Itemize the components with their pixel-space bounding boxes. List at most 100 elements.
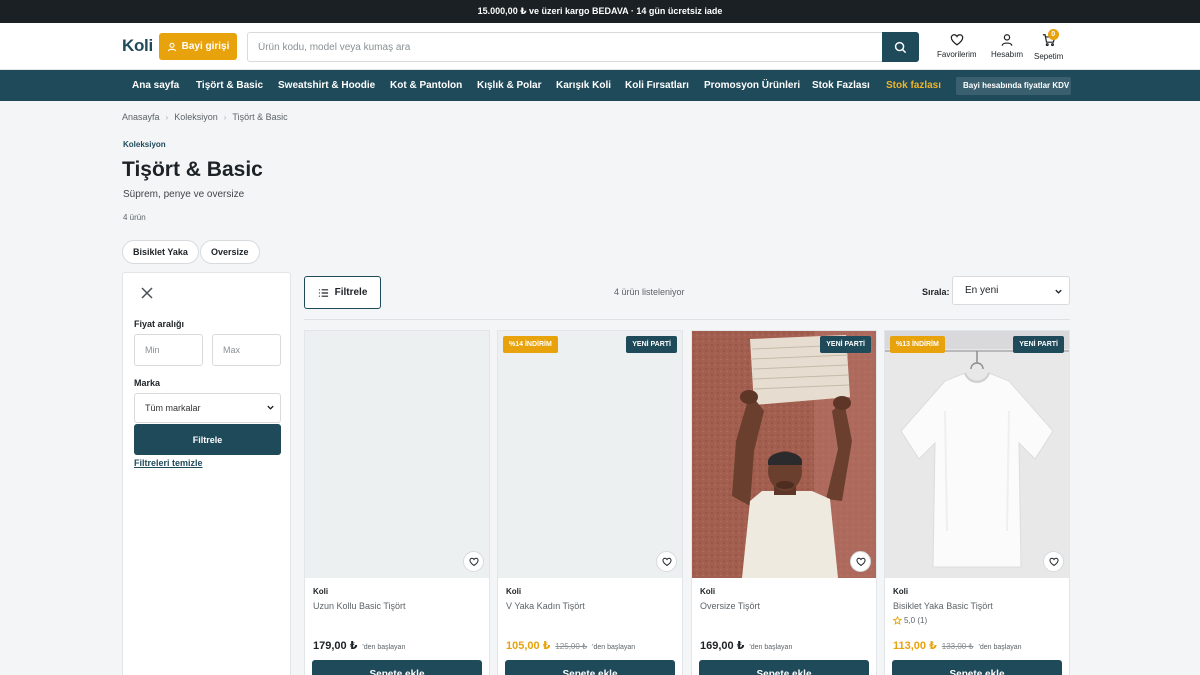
product-name[interactable]: V Yaka Kadın Tişört: [506, 601, 585, 611]
search-icon: [894, 41, 907, 53]
favorite-button[interactable]: [463, 551, 484, 572]
nav-item-winter-fleece[interactable]: Kışlık & Polar: [477, 70, 541, 101]
dealer-login-button[interactable]: Bayi girişi: [159, 33, 237, 60]
product-price: 169,00 ₺: [700, 640, 745, 652]
toolbar-divider: [304, 319, 1070, 320]
account-icon: [1001, 34, 1013, 46]
price-from-label: 'den başlayan: [978, 644, 1022, 651]
price-from-label: 'den başlayan: [749, 644, 793, 651]
nav-item-tshirt-basic[interactable]: Tişört & Basic: [196, 70, 263, 101]
price-row: 105,00 ₺ 125,00 ₺ 'den başlayan: [506, 639, 635, 652]
product-name[interactable]: Oversize Tişört: [700, 601, 760, 611]
nav-item-promotional[interactable]: Promosyon Ürünleri: [704, 70, 800, 101]
brand-select[interactable]: Tüm markalar: [134, 393, 281, 423]
price-row: 113,00 ₺ 133,00 ₺ 'den başlayan: [893, 639, 1022, 652]
listing-count: 4 ürün listeleniyor: [614, 287, 685, 297]
price-min-input[interactable]: [134, 334, 203, 366]
sort-select-value: En yeni: [965, 285, 999, 296]
product-count: 4 ürün: [123, 213, 146, 222]
product-price: 105,00 ₺: [506, 640, 551, 652]
search-box: [247, 32, 919, 62]
sort-select[interactable]: En yeni: [952, 276, 1070, 305]
discount-badge: %14 İNDİRİM: [503, 336, 558, 353]
nav-item-denim-trousers[interactable]: Kot & Pantolon: [390, 70, 462, 101]
main-nav: Ana sayfa Tişört & Basic Sweatshirt & Ho…: [0, 70, 1200, 101]
model-photo-illustration: [692, 331, 876, 578]
add-to-cart-button[interactable]: Sepete ekle: [892, 660, 1062, 675]
heart-icon: [1048, 557, 1059, 566]
product-name[interactable]: Bisiklet Yaka Basic Tişört: [893, 601, 993, 611]
chevron-down-icon: [267, 405, 274, 410]
nav-item-box-deals[interactable]: Koli Fırsatları: [625, 70, 689, 101]
page-subtitle: Süprem, penye ve oversize: [123, 189, 245, 200]
cart-label: Sepetim: [1034, 52, 1064, 61]
sort-label: Sırala:: [922, 287, 950, 297]
product-card[interactable]: Koli Uzun Kollu Basic Tişört 179,00 ₺ 'd…: [304, 330, 490, 675]
product-image[interactable]: [692, 331, 876, 578]
chevron-down-icon: [1055, 289, 1062, 294]
chip-crew-neck[interactable]: Bisiklet Yaka: [122, 240, 199, 264]
breadcrumb-separator-icon: ›: [223, 112, 227, 122]
apply-filters-button[interactable]: Filtrele: [134, 424, 281, 455]
breadcrumb-current: Tişört & Basic: [232, 112, 288, 122]
close-icon[interactable]: [140, 286, 154, 300]
product-image[interactable]: [885, 331, 1069, 578]
page-title: Tişört & Basic: [122, 158, 263, 181]
site-header: Koli Bayi girişi Favorilerim Hesabım 0 S…: [0, 23, 1200, 70]
filter-toggle-button[interactable]: Filtrele: [304, 276, 381, 309]
cart-icon-wrap: 0: [1042, 29, 1059, 52]
nav-item-sweatshirt-hoodie[interactable]: Sweatshirt & Hoodie: [278, 70, 375, 101]
product-name[interactable]: Uzun Kollu Basic Tişört: [313, 601, 406, 611]
old-price: 125,00 ₺: [555, 642, 588, 651]
breadcrumb: Anasayfa › Koleksiyon › Tişört & Basic: [122, 112, 288, 122]
product-price: 113,00 ₺: [893, 640, 937, 652]
brand-select-value: Tüm markalar: [145, 403, 201, 413]
new-batch-badge: YENİ PARTİ: [820, 336, 871, 353]
nav-item-overstock-highlight[interactable]: Stok fazlası: [886, 70, 941, 101]
account-link[interactable]: Hesabım: [991, 33, 1023, 59]
account-label: Hesabım: [991, 50, 1024, 59]
cart-link[interactable]: 0 Sepetim: [1034, 29, 1064, 61]
filter-toggle-label: Filtrele: [334, 287, 368, 298]
favorite-button[interactable]: [656, 551, 677, 572]
chip-oversize[interactable]: Oversize: [200, 240, 260, 264]
product-brand: Koli: [506, 587, 522, 596]
dealer-price-note: Bayi hesabında fiyatlar KDV hariç: [956, 77, 1071, 95]
heart-icon: [661, 557, 672, 566]
add-to-cart-button[interactable]: Sepete ekle: [312, 660, 482, 675]
dealer-login-label: Bayi girişi: [181, 41, 230, 52]
add-to-cart-button[interactable]: Sepete ekle: [505, 660, 675, 675]
breadcrumb-collection[interactable]: Koleksiyon: [174, 112, 218, 122]
search-input[interactable]: [248, 33, 882, 61]
price-max-input[interactable]: [212, 334, 281, 366]
heart-icon: [468, 557, 479, 566]
add-to-cart-button[interactable]: Sepete ekle: [699, 660, 869, 675]
favorites-link[interactable]: Favorilerim: [937, 33, 977, 59]
price-row: 169,00 ₺ 'den başlayan: [700, 639, 792, 652]
clear-filters-link[interactable]: Filtreleri temizle: [134, 458, 203, 468]
product-image-placeholder[interactable]: [305, 331, 489, 578]
rating-value: 5,0 (1): [904, 616, 928, 625]
new-batch-badge: YENİ PARTİ: [1013, 336, 1064, 353]
product-card[interactable]: %13 İNDİRİM YENİ PARTİ Koli Bisiklet Yak…: [884, 330, 1070, 675]
favorites-label: Favorilerim: [937, 50, 977, 59]
nav-item-home[interactable]: Ana sayfa: [132, 70, 179, 101]
list-icon: [318, 288, 328, 297]
search-button[interactable]: [882, 32, 919, 62]
product-brand: Koli: [700, 587, 716, 596]
product-image-placeholder[interactable]: [498, 331, 682, 578]
nav-item-overstock[interactable]: Stok Fazlası: [812, 70, 870, 101]
product-brand: Koli: [313, 587, 329, 596]
heart-icon: [855, 557, 866, 566]
nav-item-mixed-box[interactable]: Karışık Koli: [556, 70, 611, 101]
site-logo[interactable]: Koli: [122, 36, 153, 56]
announcement-bar: 15.000,00 ₺ ve üzeri kargo BEDAVA · 14 g…: [0, 0, 1200, 23]
price-row: 179,00 ₺ 'den başlayan: [313, 639, 405, 652]
discount-badge: %13 İNDİRİM: [890, 336, 945, 353]
price-from-label: 'den başlayan: [362, 644, 406, 651]
favorite-button[interactable]: [850, 551, 871, 572]
product-card[interactable]: %14 İNDİRİM YENİ PARTİ Koli V Yaka Kadın…: [497, 330, 683, 675]
favorite-button[interactable]: [1043, 551, 1064, 572]
product-card[interactable]: YENİ PARTİ Koli Oversize Tişört 169,00 ₺…: [691, 330, 877, 675]
breadcrumb-home[interactable]: Anasayfa: [122, 112, 160, 122]
